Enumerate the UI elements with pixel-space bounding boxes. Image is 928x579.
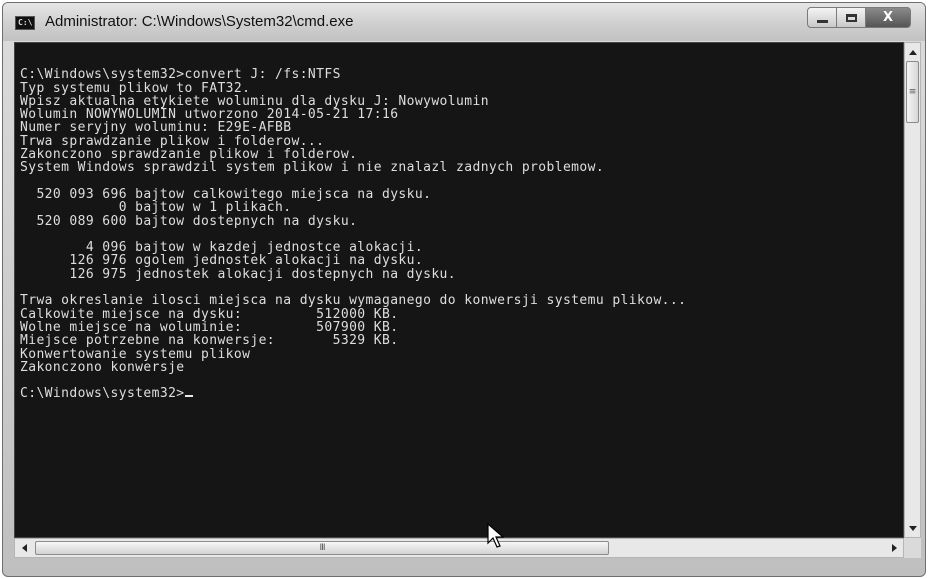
- console-line: Wolne miejsce na woluminie: 507900 KB.: [20, 319, 399, 335]
- horizontal-scroll-thumb[interactable]: III: [35, 541, 609, 555]
- vertical-scrollbar[interactable]: ≡: [904, 42, 921, 538]
- text-cursor: [184, 395, 193, 398]
- console-line: Wpisz aktualna etykiete woluminu dla dys…: [20, 93, 489, 109]
- cmd-icon[interactable]: C:\: [15, 16, 35, 30]
- console-line: 4 096 bajtow w kazdej jednostce alokacji…: [20, 240, 424, 256]
- maximize-icon: [845, 13, 857, 22]
- console-text: C:\Windows\system32>convert J: /fs:NTFS T…: [20, 55, 891, 401]
- console-output[interactable]: C:\Windows\system32>convert J: /fs:NTFS T…: [14, 42, 904, 538]
- console-line: 126 976 ogolem jednostek alokacji na dys…: [20, 253, 424, 269]
- console-line: Trwa sprawdzanie plikow i folderow...: [20, 133, 325, 149]
- close-button[interactable]: X: [865, 7, 911, 28]
- console-line: Miejsce potrzebne na konwersje: 5329 KB.: [20, 333, 399, 349]
- console-line: Konwertowanie systemu plikow: [20, 346, 251, 362]
- scroll-left-button[interactable]: [16, 539, 32, 557]
- grip-icon: ≡: [908, 87, 917, 97]
- console-line: Trwa okreslanie ilosci miejsca na dysku …: [20, 293, 687, 309]
- mouse-pointer-icon: [487, 523, 505, 548]
- console-line: Typ systemu plikow to FAT32.: [20, 80, 251, 96]
- scrollbar-corner: [904, 538, 921, 558]
- chevron-right-icon: [891, 544, 897, 552]
- minimize-icon: [816, 20, 828, 23]
- maximize-button[interactable]: [837, 7, 865, 28]
- chevron-down-icon: [908, 525, 917, 531]
- horizontal-scrollbar[interactable]: III: [14, 538, 904, 558]
- console-line: Numer seryjny woluminu: E29E-AFBB: [20, 120, 292, 136]
- close-icon: X: [882, 10, 894, 25]
- chevron-left-icon: [21, 544, 27, 552]
- window-controls: X: [807, 7, 911, 29]
- scroll-right-button[interactable]: [886, 539, 902, 557]
- chevron-up-icon: [908, 49, 917, 55]
- console-line: Calkowite miejsce na dysku: 512000 KB.: [20, 306, 399, 322]
- console-line: 0 bajtow w 1 plikach.: [20, 200, 292, 216]
- vertical-scroll-thumb[interactable]: ≡: [906, 61, 919, 123]
- console-line: 520 093 696 bajtow calkowitego miejsca n…: [20, 186, 432, 202]
- console-line: Zakonczono sprawdzanie plikow i folderow…: [20, 147, 358, 163]
- scroll-up-button[interactable]: [905, 44, 920, 60]
- console-line: C:\Windows\system32>convert J: /fs:NTFS: [20, 67, 341, 83]
- console-line: C:\Windows\system32>: [20, 387, 891, 401]
- console-line: 520 089 600 bajtow dostepnych na dysku.: [20, 213, 358, 229]
- scroll-down-button[interactable]: [905, 520, 920, 536]
- console-line: Zakonczono konwersje: [20, 359, 185, 375]
- window-title: Administrator: C:\Windows\System32\cmd.e…: [45, 13, 354, 30]
- title-bar[interactable]: C:\ Administrator: C:\Windows\System32\c…: [3, 3, 925, 41]
- grip-icon: III: [319, 543, 326, 553]
- console-line: Wolumin NOWYWOLUMIN utworzono 2014-05-21…: [20, 107, 399, 123]
- minimize-button[interactable]: [807, 7, 837, 28]
- console-line: 126 975 jednostek alokacji dostepnych na…: [20, 266, 457, 282]
- console-line: System Windows sprawdzil system plikow i…: [20, 160, 605, 176]
